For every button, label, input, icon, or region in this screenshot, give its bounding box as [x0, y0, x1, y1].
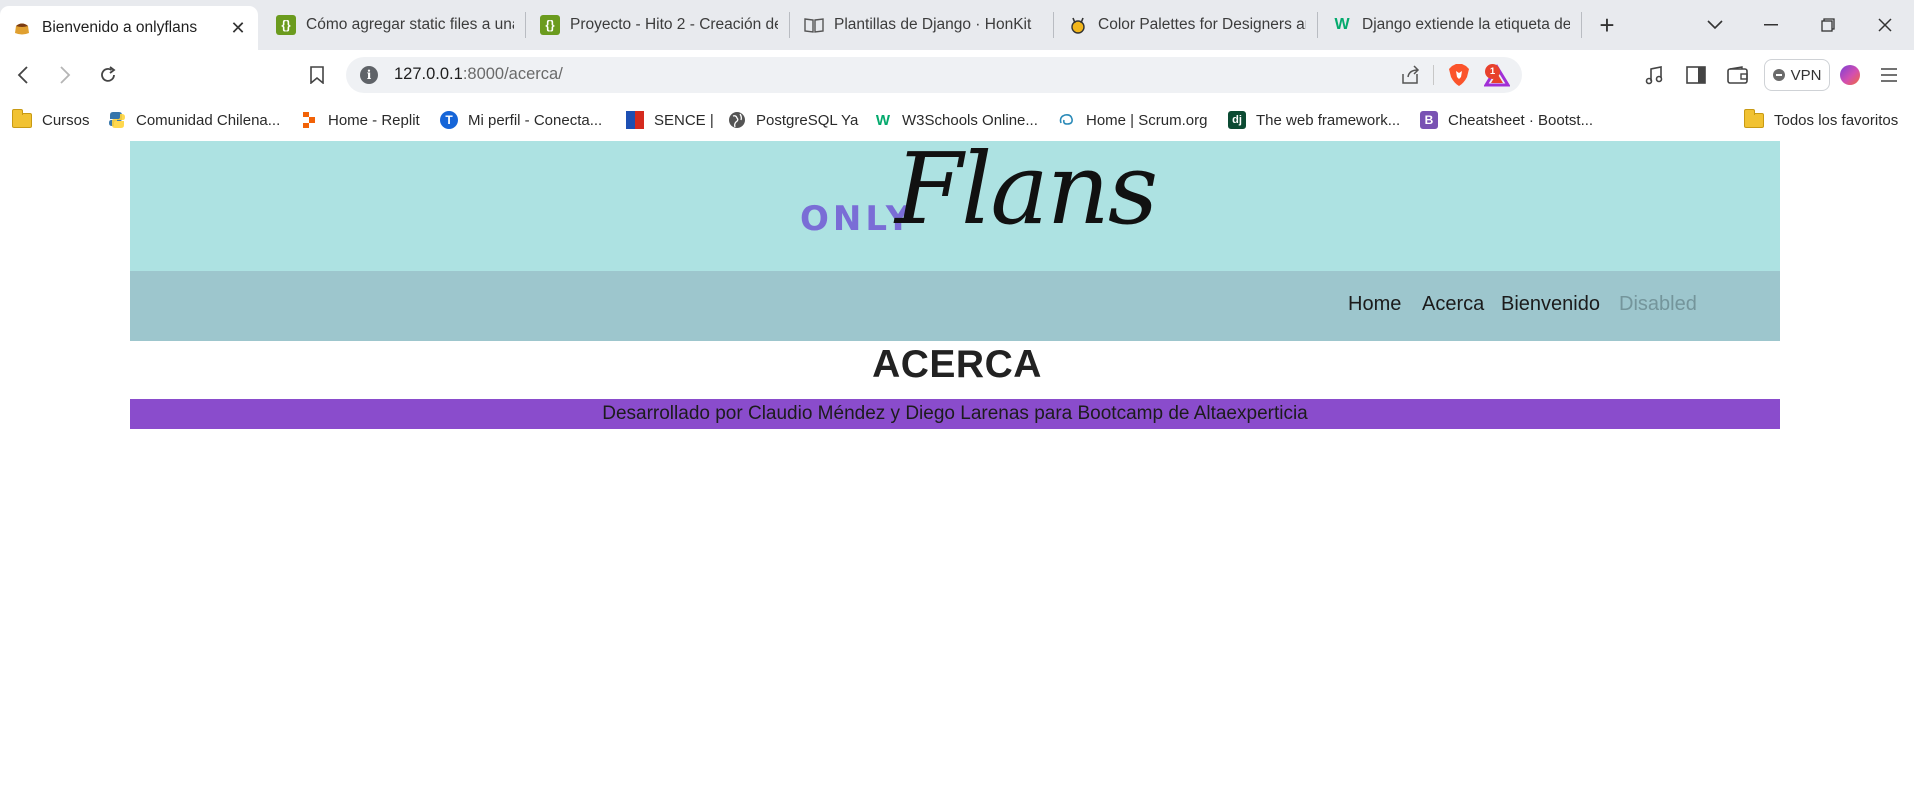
- nav-link-bienvenido[interactable]: Bienvenido: [1501, 293, 1600, 316]
- tab-plantillas[interactable]: Plantillas de Django · HonKit: [792, 6, 1042, 44]
- tab-title: Proyecto - Hito 2 - Creación de: [570, 16, 778, 33]
- site-header: ONLY Flans: [130, 133, 1780, 271]
- footer-credits: Desarrollado por Claudio Méndez y Diego …: [130, 399, 1780, 429]
- tab-separator: [525, 12, 526, 38]
- tab-django-extiende[interactable]: W Django extiende la etiqueta de: [1320, 6, 1570, 44]
- close-tab-icon[interactable]: ✕: [228, 18, 248, 38]
- bracket-icon: {}: [276, 15, 296, 35]
- bootstrap-icon: B: [1420, 111, 1438, 129]
- bookmark-label: Comunidad Chilena...: [136, 111, 281, 129]
- bookmark-scrum[interactable]: Home | Scrum.org: [1058, 108, 1207, 132]
- palette-icon: [1068, 15, 1088, 35]
- share-icon[interactable]: [1400, 65, 1422, 85]
- logo-flans-text: Flans: [895, 133, 1158, 247]
- w3-icon: W: [875, 111, 891, 129]
- bookmark-replit[interactable]: Home - Replit: [300, 108, 420, 132]
- bookmark-cursos[interactable]: Cursos: [12, 108, 90, 132]
- site-logo[interactable]: ONLY Flans: [130, 133, 1780, 271]
- brave-rewards-icon[interactable]: 1: [1483, 63, 1511, 87]
- t-icon: T: [440, 111, 458, 129]
- bookmark-label: The web framework...: [1256, 111, 1401, 129]
- site-info-icon[interactable]: i: [360, 66, 378, 84]
- tab-title: Django extiende la etiqueta de: [1362, 16, 1570, 33]
- vpn-label: VPN: [1790, 66, 1822, 84]
- url-path: :8000/acerca/: [462, 65, 563, 83]
- new-tab-button[interactable]: +: [1592, 10, 1622, 40]
- bookmark-icon[interactable]: [302, 60, 332, 90]
- sidebar-icon[interactable]: [1683, 62, 1709, 88]
- flan-icon: [12, 18, 32, 38]
- bookmark-label: W3Schools Online...: [902, 111, 1038, 129]
- brave-news-icon[interactable]: [1840, 65, 1860, 85]
- tab-search-icon[interactable]: [1700, 10, 1730, 40]
- nav-link-acerca[interactable]: Acerca: [1422, 293, 1484, 316]
- tab-separator: [1053, 12, 1054, 38]
- python-icon: [108, 111, 126, 129]
- tab-title: Plantillas de Django · HonKit: [834, 16, 1032, 33]
- flag-icon: [626, 111, 644, 129]
- rewards-badge: 1: [1485, 64, 1500, 79]
- close-window-icon[interactable]: [1870, 10, 1900, 40]
- bookmark-conecta[interactable]: T Mi perfil - Conecta...: [440, 108, 602, 132]
- tab-separator: [1581, 12, 1582, 38]
- music-note-icon[interactable]: [1641, 62, 1667, 88]
- minimize-icon[interactable]: [1756, 10, 1786, 40]
- nav-link-disabled: Disabled: [1619, 293, 1697, 315]
- toolbar: i 127.0.0.1:8000/acerca/ 1 VPN: [0, 50, 1914, 100]
- tab-strip: Bienvenido a onlyflans ✕ {} Cómo agregar…: [0, 0, 1914, 50]
- tab-title: Bienvenido a onlyflans: [42, 19, 198, 36]
- replit-icon: [300, 111, 318, 129]
- folder-icon: [12, 108, 32, 128]
- tab-bienvenido[interactable]: Bienvenido a onlyflans ✕: [0, 6, 258, 50]
- tab-proyecto[interactable]: {} Proyecto - Hito 2 - Creación de: [528, 6, 778, 44]
- brave-shields-icon[interactable]: [1448, 63, 1470, 87]
- bookmark-w3schools[interactable]: W W3Schools Online...: [874, 108, 1038, 132]
- bookmark-comunidad-chilena[interactable]: Comunidad Chilena...: [108, 108, 280, 132]
- bookmark-label: Cheatsheet · Bootst...: [1448, 111, 1594, 129]
- bookmark-label: Home | Scrum.org: [1086, 111, 1208, 129]
- globe-icon: [728, 111, 746, 129]
- omnibox-divider: [1433, 65, 1434, 85]
- bookmark-label: Mi perfil - Conecta...: [468, 111, 603, 129]
- tab-separator: [1317, 12, 1318, 38]
- w-icon: W: [1334, 16, 1350, 33]
- bookmark-bootstrap[interactable]: B Cheatsheet · Bootst...: [1420, 108, 1593, 132]
- bookmark-label: Home - Replit: [328, 111, 420, 129]
- bookmark-label: Cursos: [42, 111, 90, 129]
- wallet-icon[interactable]: [1725, 62, 1751, 88]
- vpn-status-icon: [1772, 69, 1785, 81]
- tab-static-files[interactable]: {} Cómo agregar static files a una: [264, 6, 514, 44]
- bookmark-django[interactable]: dj The web framework...: [1228, 108, 1400, 132]
- forward-icon[interactable]: [50, 60, 80, 90]
- site-navbar: Home Acerca Bienvenido Disabled: [130, 271, 1780, 341]
- tab-separator: [789, 12, 790, 38]
- tab-title: Color Palettes for Designers and: [1098, 16, 1306, 33]
- page-title: ACERCA: [872, 343, 1042, 386]
- bookmark-label: PostgreSQL Ya: [756, 111, 859, 129]
- vpn-button[interactable]: VPN: [1764, 59, 1830, 91]
- tab-color-palettes[interactable]: Color Palettes for Designers and: [1056, 6, 1306, 44]
- address-bar[interactable]: i 127.0.0.1:8000/acerca/ 1: [346, 57, 1522, 93]
- url-text[interactable]: 127.0.0.1:8000/acerca/: [394, 65, 563, 84]
- all-bookmarks[interactable]: Todos los favoritos: [1744, 108, 1898, 132]
- bookmark-sence[interactable]: SENCE |: [626, 108, 714, 132]
- back-icon[interactable]: [8, 60, 38, 90]
- tab-title: Cómo agregar static files a una: [306, 16, 514, 33]
- url-host: 127.0.0.1: [394, 65, 463, 83]
- scrum-icon: [1058, 111, 1076, 129]
- book-icon: [804, 15, 824, 35]
- page-viewport: ONLY Flans Home Acerca Bienvenido Disabl…: [0, 133, 1914, 810]
- nav-link-home[interactable]: Home: [1348, 293, 1401, 316]
- all-bookmarks-label: Todos los favoritos: [1774, 111, 1899, 129]
- restore-icon[interactable]: [1813, 10, 1843, 40]
- bookmark-label: SENCE |: [654, 111, 714, 129]
- bookmark-postgresql[interactable]: PostgreSQL Ya: [728, 108, 858, 132]
- django-icon: dj: [1228, 111, 1246, 129]
- menu-icon[interactable]: [1876, 62, 1902, 88]
- bracket-icon: {}: [540, 15, 560, 35]
- folder-icon: [1744, 108, 1764, 128]
- reload-icon[interactable]: [93, 60, 123, 90]
